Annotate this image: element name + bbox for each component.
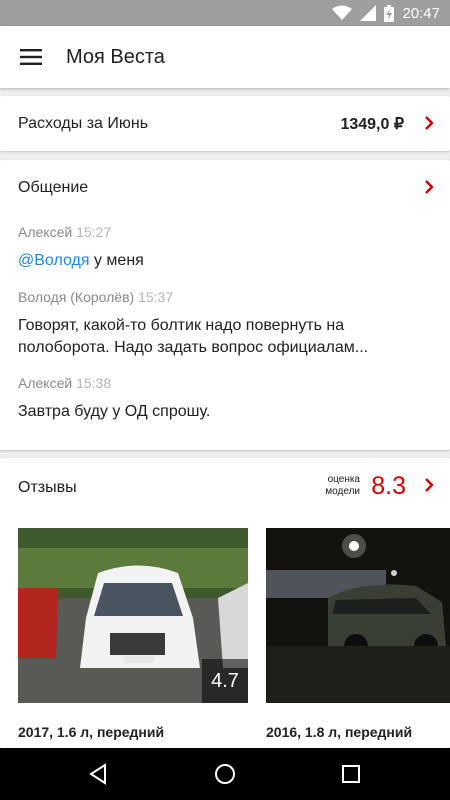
message-text: Завтра буду у ОД спрошу. [18,403,211,420]
status-icons: 20:47 [332,0,440,26]
clock: 20:47 [402,4,440,22]
reviews-card: Отзывы оценка модели 8.3 4.7 2017, 1.6 л… [0,458,450,748]
mention-link[interactable]: @Володя [18,252,90,269]
message-time: 15:37 [138,289,174,305]
car-caption: 2016, 1.8 л, передний [266,724,413,740]
menu-icon[interactable] [12,38,50,76]
car-caption: 2017, 1.6 л, передний [18,724,165,740]
chevron-right-icon[interactable] [422,476,436,499]
status-bar: 20:47 [0,0,450,26]
message-text: @Володя у меня [18,250,428,272]
recents-icon[interactable] [337,760,365,788]
wifi-icon [332,5,353,21]
message-meta: Алексей 15:38 [18,375,111,391]
rating-caption-line: оценка [327,474,360,485]
chat-title: Общение [18,179,89,196]
rating-caption-line: модели [325,486,360,497]
app-bar: Моя Веста [0,26,450,88]
reviews-title: Отзывы [18,479,77,496]
car-photo[interactable]: 4.7 [18,528,248,703]
message-time: 15:27 [76,224,112,240]
signal-icon [360,5,377,21]
message-time: 15:38 [76,375,112,391]
review-score: 4.7 [202,659,248,703]
message-author: Алексей [18,375,73,391]
message-text: Говорят, какой-то болтик надо повернуть … [18,317,369,356]
chevron-right-icon [422,114,436,137]
message-author: Володя (Королёв) [18,289,135,305]
back-icon[interactable] [84,760,112,788]
car-photo[interactable] [266,528,450,703]
message-body: у меня [89,252,144,269]
expenses-card[interactable]: Расходы за Июнь 1349,0 ₽ [0,96,450,151]
expenses-label: Расходы за Июнь [18,115,149,132]
message-author: Алексей [18,224,73,240]
message-meta: Алексей 15:27 [18,224,111,240]
navigation-bar [0,748,450,800]
battery-charging-icon [384,4,395,22]
model-rating: 8.3 [371,472,406,500]
home-icon[interactable] [211,760,239,788]
chevron-right-icon[interactable] [422,178,436,201]
expenses-amount: 1349,0 ₽ [340,116,404,133]
chat-card[interactable]: Общение Алексей 15:27 @Володя у меня Вол… [0,160,450,450]
rating-caption: оценка модели [325,474,360,498]
app-title: Моя Веста [66,46,165,68]
message-meta: Володя (Королёв) 15:37 [18,289,173,305]
